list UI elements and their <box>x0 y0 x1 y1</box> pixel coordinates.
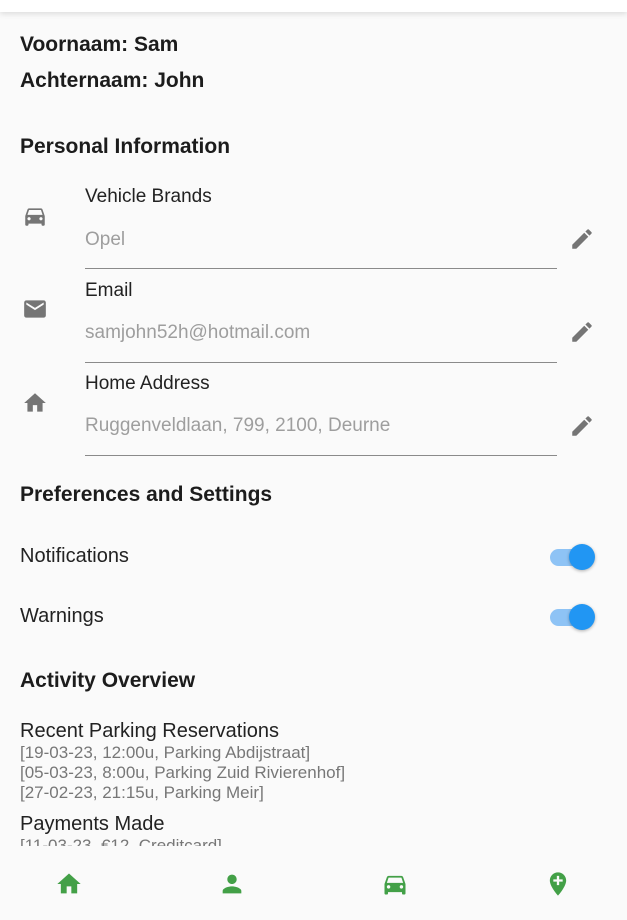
edit-email-icon[interactable] <box>569 319 595 345</box>
recent-reservations-title: Recent Parking Reservations <box>20 720 280 742</box>
activity-overview-title: Activity Overview <box>20 669 196 692</box>
notifications-toggle[interactable] <box>548 542 596 572</box>
toggle-thumb <box>569 544 595 570</box>
person-icon[interactable] <box>218 870 246 898</box>
vehicle-brands-value[interactable]: Opel <box>85 229 125 251</box>
reservation-item: [05-03-23, 8:00u, Parking Zuid Rivierenh… <box>20 763 346 782</box>
reservation-item: [27-02-23, 21:15u, Parking Meir] <box>20 783 264 802</box>
app-bar <box>0 0 627 12</box>
vehicle-brands-label: Vehicle Brands <box>85 186 212 207</box>
warnings-label: Warnings <box>20 605 104 627</box>
car-icon[interactable] <box>381 870 409 898</box>
payments-title: Payments Made <box>20 813 165 835</box>
personal-information-title: Personal Information <box>20 135 231 158</box>
bottom-navigation <box>0 846 627 920</box>
warnings-toggle[interactable] <box>548 602 596 632</box>
home-address-value[interactable]: Ruggenveldlaan, 799, 2100, Deurne <box>85 415 390 437</box>
home-address-underline <box>85 455 557 456</box>
car-icon <box>25 208 45 226</box>
email-label: Email <box>85 280 133 301</box>
first-name: Voornaam: Sam <box>20 33 179 56</box>
email-value[interactable]: samjohn52h@hotmail.com <box>85 322 310 344</box>
vehicle-brands-underline <box>85 268 557 269</box>
email-underline <box>85 362 557 363</box>
add-location-icon[interactable] <box>544 870 572 898</box>
edit-vehicle-icon[interactable] <box>569 226 595 252</box>
home-icon <box>24 393 46 412</box>
edit-address-icon[interactable] <box>569 413 595 439</box>
notifications-label: Notifications <box>20 545 129 567</box>
home-address-label: Home Address <box>85 373 210 394</box>
email-icon <box>24 300 46 318</box>
last-name: Achternaam: John <box>20 69 205 92</box>
preferences-title: Preferences and Settings <box>20 483 273 506</box>
payment-item: [11-03-23, €12, Creditcard] <box>20 836 222 846</box>
home-icon[interactable] <box>55 870 83 898</box>
profile-content[interactable]: Voornaam: Sam Achternaam: John Personal … <box>0 12 627 846</box>
toggle-thumb <box>569 604 595 630</box>
reservation-item: [19-03-23, 12:00u, Parking Abdijstraat] <box>20 743 311 762</box>
